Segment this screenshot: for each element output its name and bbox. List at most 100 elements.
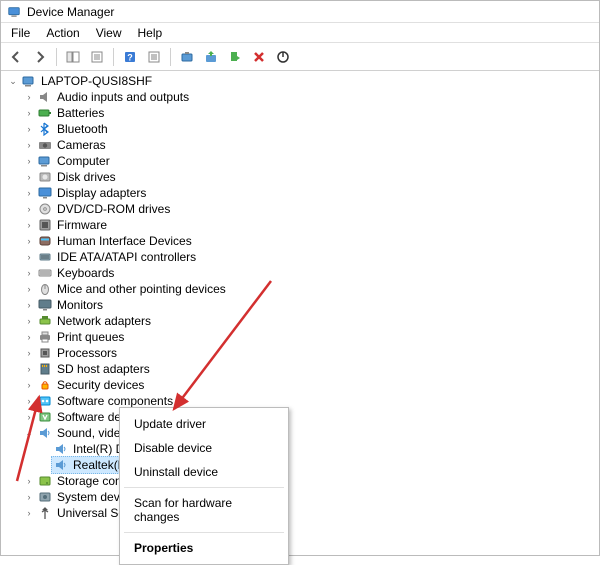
- tree-item-computer[interactable]: Computer: [35, 153, 112, 169]
- tree-item-printer[interactable]: Print queues: [35, 329, 126, 345]
- tree-row[interactable]: ›Bluetooth: [5, 121, 595, 137]
- expand-icon[interactable]: ›: [23, 249, 35, 265]
- tree-item-usb[interactable]: Universal Se: [35, 505, 127, 521]
- tree-row[interactable]: ›IDE ATA/ATAPI controllers: [5, 249, 595, 265]
- expand-icon[interactable]: ›: [23, 329, 35, 345]
- tree-item-security[interactable]: Security devices: [35, 377, 146, 393]
- expand-icon[interactable]: ›: [23, 105, 35, 121]
- expand-icon[interactable]: ›: [23, 89, 35, 105]
- context-menu-item[interactable]: Disable device: [120, 436, 288, 460]
- tree-item-root[interactable]: LAPTOP-QUSI8SHF: [19, 73, 154, 89]
- tree-item-monitor[interactable]: Monitors: [35, 297, 105, 313]
- expand-icon[interactable]: ›: [23, 153, 35, 169]
- tree-item-dvd[interactable]: DVD/CD-ROM drives: [35, 201, 172, 217]
- expand-icon[interactable]: ›: [23, 265, 35, 281]
- tree-row[interactable]: ›Batteries: [5, 105, 595, 121]
- context-menu-item[interactable]: Scan for hardware changes: [120, 491, 288, 529]
- tree-row[interactable]: ›Storage con: [5, 473, 595, 489]
- help-button[interactable]: ?: [119, 46, 141, 68]
- tree-item-system[interactable]: System devi: [35, 489, 124, 505]
- expand-icon[interactable]: ›: [23, 217, 35, 233]
- expand-icon[interactable]: ›: [23, 361, 35, 377]
- tree-item-speaker[interactable]: Audio inputs and outputs: [35, 89, 191, 105]
- tree-row[interactable]: ›System devi: [5, 489, 595, 505]
- tree-row[interactable]: ›Display adapters: [5, 185, 595, 201]
- expand-icon[interactable]: ›: [23, 377, 35, 393]
- menu-view[interactable]: View: [90, 24, 128, 42]
- tree-item-ide[interactable]: IDE ATA/ATAPI controllers: [35, 249, 198, 265]
- uninstall-button[interactable]: [248, 46, 270, 68]
- tree-row[interactable]: ›Security devices: [5, 377, 595, 393]
- expand-icon[interactable]: ›: [23, 201, 35, 217]
- tree-row[interactable]: ›Keyboards: [5, 265, 595, 281]
- tree-row[interactable]: ›Audio inputs and outputs: [5, 89, 595, 105]
- tree-row[interactable]: ›Firmware: [5, 217, 595, 233]
- scan-button[interactable]: [176, 46, 198, 68]
- tree-row[interactable]: ›Mice and other pointing devices: [5, 281, 595, 297]
- tree-item-sd[interactable]: SD host adapters: [35, 361, 152, 377]
- collapse-icon[interactable]: ⌄: [23, 425, 35, 441]
- tree-row[interactable]: ›Human Interface Devices: [5, 233, 595, 249]
- tree-row[interactable]: ⌄LAPTOP-QUSI8SHF: [5, 73, 595, 89]
- tree-item-firmware[interactable]: Firmware: [35, 217, 109, 233]
- expand-icon[interactable]: ›: [23, 281, 35, 297]
- tree-row[interactable]: ›Network adapters: [5, 313, 595, 329]
- tree-row[interactable]: ›DVD/CD-ROM drives: [5, 201, 595, 217]
- tree-row[interactable]: ›SD host adapters: [5, 361, 595, 377]
- tree-item-camera[interactable]: Cameras: [35, 137, 108, 153]
- menu-file[interactable]: File: [5, 24, 36, 42]
- tree-row[interactable]: ›Disk drives: [5, 169, 595, 185]
- update-driver-button[interactable]: [200, 46, 222, 68]
- context-menu-item[interactable]: Update driver: [120, 412, 288, 436]
- context-menu-item[interactable]: Uninstall device: [120, 460, 288, 484]
- device-tree[interactable]: ⌄LAPTOP-QUSI8SHF›Audio inputs and output…: [5, 73, 595, 551]
- tree-row[interactable]: ›Cameras: [5, 137, 595, 153]
- properties-button[interactable]: [86, 46, 108, 68]
- tree-item-bluetooth[interactable]: Bluetooth: [35, 121, 110, 137]
- expand-icon[interactable]: ›: [23, 489, 35, 505]
- tree-item-hid[interactable]: Human Interface Devices: [35, 233, 194, 249]
- enable-button[interactable]: [224, 46, 246, 68]
- tree-row[interactable]: ⌄Sound, video and game controllers: [5, 425, 595, 441]
- tree-row[interactable]: ›Processors: [5, 345, 595, 361]
- show-hide-button[interactable]: [62, 46, 84, 68]
- menu-action[interactable]: Action: [40, 24, 85, 42]
- tree-row[interactable]: Intel(R) Display Audio: [5, 441, 595, 457]
- tree-item-mouse[interactable]: Mice and other pointing devices: [35, 281, 228, 297]
- tree-item-storage[interactable]: Storage con: [35, 473, 124, 489]
- context-menu-item[interactable]: Properties: [120, 536, 288, 560]
- tree-item-display[interactable]: Display adapters: [35, 185, 148, 201]
- expand-icon[interactable]: ›: [23, 169, 35, 185]
- tree-row[interactable]: ›Print queues: [5, 329, 595, 345]
- tree-row[interactable]: ›Software devices: [5, 409, 595, 425]
- expand-icon[interactable]: ›: [23, 473, 35, 489]
- network-icon: [37, 313, 53, 329]
- tree-item-disk[interactable]: Disk drives: [35, 169, 118, 185]
- sd-icon: [37, 361, 53, 377]
- expand-icon[interactable]: ›: [23, 185, 35, 201]
- expand-icon[interactable]: ›: [23, 297, 35, 313]
- expand-icon[interactable]: ›: [23, 233, 35, 249]
- tree-row[interactable]: ›Software components: [5, 393, 595, 409]
- tree-item-cpu[interactable]: Processors: [35, 345, 119, 361]
- forward-button[interactable]: [29, 46, 51, 68]
- tree-item-battery[interactable]: Batteries: [35, 105, 106, 121]
- expand-icon[interactable]: ›: [23, 393, 35, 409]
- tree-row[interactable]: Realtek(R): [5, 457, 595, 473]
- tree-item-network[interactable]: Network adapters: [35, 313, 153, 329]
- menu-help[interactable]: Help: [132, 24, 169, 42]
- tree-row[interactable]: ›Universal Se: [5, 505, 595, 521]
- tree-row[interactable]: ›Monitors: [5, 297, 595, 313]
- tree-item-keyboard[interactable]: Keyboards: [35, 265, 116, 281]
- back-button[interactable]: [5, 46, 27, 68]
- action-button[interactable]: [143, 46, 165, 68]
- expand-icon[interactable]: ›: [23, 313, 35, 329]
- expand-icon[interactable]: ›: [23, 121, 35, 137]
- expand-icon[interactable]: ›: [23, 137, 35, 153]
- expand-icon[interactable]: ›: [23, 345, 35, 361]
- expand-icon[interactable]: ›: [23, 505, 35, 521]
- disable-button[interactable]: [272, 46, 294, 68]
- tree-row[interactable]: ›Computer: [5, 153, 595, 169]
- expand-icon[interactable]: ›: [23, 409, 35, 425]
- collapse-icon[interactable]: ⌄: [7, 73, 19, 89]
